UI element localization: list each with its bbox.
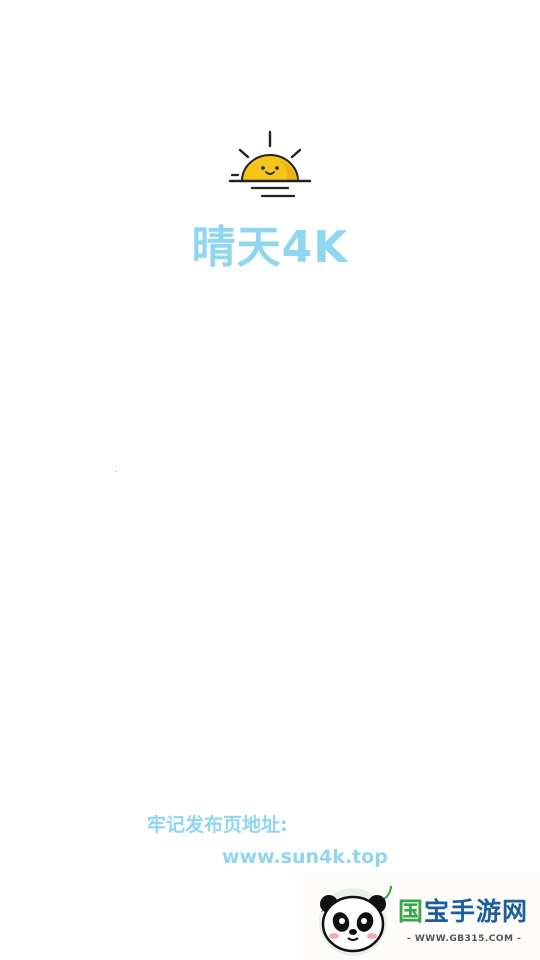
speck: [116, 471, 117, 472]
watermark-title: 国宝手游网: [398, 897, 529, 926]
app-name: 晴天4K: [191, 222, 349, 273]
panda-icon: [319, 885, 392, 956]
sunrise-icon: [228, 130, 312, 198]
publish-page-label: 牢记发布页地址:: [147, 814, 288, 836]
site-watermark: 国宝手游网 - WWW.GB315.COM -: [297, 872, 540, 960]
publish-page-url[interactable]: www.sun4k.top: [222, 844, 388, 870]
watermark-url: - WWW.GB315.COM -: [407, 934, 522, 944]
